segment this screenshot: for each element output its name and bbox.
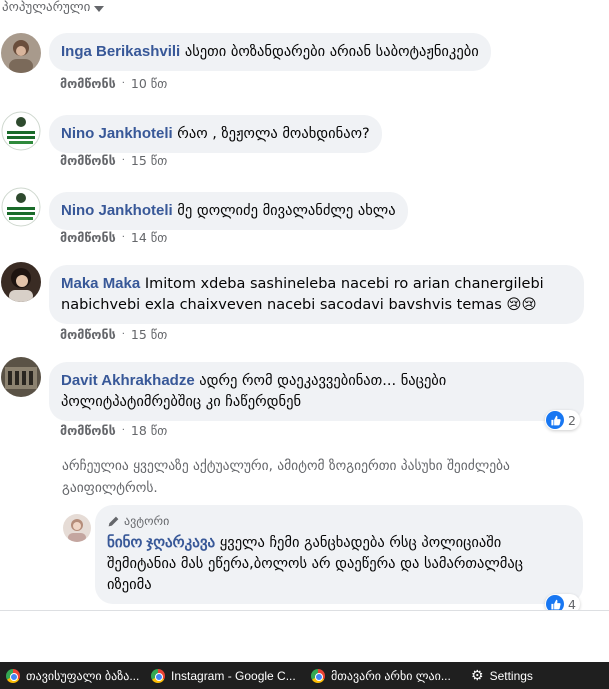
comments-page: პოპულარული Inga Berikashvili ასეთი ბოზან…: [0, 0, 609, 689]
filter-notice: არჩეულია ყველაზე აქტუალური, ამიტომ ზოგიე…: [62, 458, 510, 496]
reply-author[interactable]: ნინო ჯღარკავა: [107, 534, 215, 551]
chrome-icon: [151, 668, 165, 683]
comment-author[interactable]: Nino Jankhoteli: [61, 202, 173, 219]
like-button[interactable]: მომწონს: [60, 327, 116, 342]
taskbar-item[interactable]: მთავარი არხი ლაი...: [305, 662, 465, 689]
reaction-count[interactable]: 2: [545, 410, 580, 430]
taskbar: თავისუფალი ბაზა... Instagram - Google C.…: [0, 662, 609, 689]
author-badge-label: ავტორი: [124, 514, 170, 528]
avatar[interactable]: [1, 187, 41, 227]
comment-meta: მომწონს · 18 წთ: [60, 423, 167, 438]
gear-icon: ⚙: [471, 667, 484, 683]
comment-bubble: Maka Maka Imitom xdeba sashineleba naceb…: [49, 265, 584, 324]
comment-time[interactable]: 14 წთ: [131, 230, 167, 245]
comment-bubble: Nino Jankhoteli რაო , ზეჟოლა მოახდინაო?: [49, 115, 382, 153]
avatar[interactable]: [1, 357, 41, 397]
taskbar-item-label: მთავარი არხი ლაი...: [331, 668, 451, 683]
chrome-icon: [311, 668, 325, 683]
comment-time[interactable]: 15 წთ: [131, 327, 167, 342]
comment-author[interactable]: Davit Akhrakhadze: [61, 372, 195, 389]
separator-dot: ·: [121, 78, 125, 89]
blank-area: [0, 610, 609, 662]
comment-author[interactable]: Inga Berikashvili: [61, 43, 180, 60]
author-badge: ავტორი: [107, 511, 571, 532]
separator-dot: ·: [121, 155, 125, 166]
avatar[interactable]: [63, 514, 91, 542]
avatar[interactable]: [1, 33, 41, 73]
chrome-icon: [6, 668, 20, 683]
pen-icon: [108, 516, 119, 527]
comment-time[interactable]: 15 წთ: [131, 153, 167, 168]
like-button[interactable]: მომწონს: [60, 153, 116, 168]
thumbs-up-icon: [546, 411, 564, 429]
comment-time[interactable]: 18 წთ: [131, 423, 167, 438]
comment-author[interactable]: Maka Maka: [61, 275, 140, 292]
avatar[interactable]: [1, 262, 41, 302]
reply-bubble: ავტორი ნინო ჯღარკავა ყველა ჩემი განცხადე…: [95, 505, 583, 604]
taskbar-item[interactable]: Instagram - Google C...: [145, 662, 305, 689]
comment-bubble: Inga Berikashvili ასეთი ბოზანდარები არია…: [49, 33, 491, 71]
like-button[interactable]: მომწონს: [60, 230, 116, 245]
taskbar-item-settings[interactable]: ⚙ Settings: [465, 662, 609, 689]
comment-meta: მომწონს · 15 წთ: [60, 153, 167, 168]
comment-time[interactable]: 10 წთ: [131, 76, 167, 91]
avatar[interactable]: [1, 111, 41, 151]
sort-dropdown[interactable]: პოპულარული: [2, 0, 105, 15]
comment-text: ასეთი ბოზანდარები არიან საბოტაჟნიკები: [184, 44, 479, 60]
comment-meta: მომწონს · 10 წთ: [60, 76, 167, 91]
comment-text: მე დოლიძე მივალანძლე ახლა: [177, 203, 396, 219]
taskbar-item-label: თავისუფალი ბაზა...: [26, 668, 140, 683]
comment-bubble: Nino Jankhoteli მე დოლიძე მივალანძლე ახლ…: [49, 192, 408, 230]
taskbar-item-label: Settings: [489, 668, 533, 683]
comment-author[interactable]: Nino Jankhoteli: [61, 125, 173, 142]
taskbar-item-label: Instagram - Google C...: [171, 668, 296, 683]
separator-dot: ·: [121, 329, 125, 340]
separator-dot: ·: [121, 232, 125, 243]
comment-bubble: Davit Akhrakhadze ადრე რომ დაეკავვებინათ…: [49, 362, 584, 421]
taskbar-item[interactable]: თავისუფალი ბაზა...: [0, 662, 145, 689]
reaction-number: 2: [568, 412, 576, 428]
sort-label: პოპულარული: [2, 0, 91, 15]
separator-dot: ·: [121, 425, 125, 436]
like-button[interactable]: მომწონს: [60, 423, 116, 438]
comment-meta: მომწონს · 15 წთ: [60, 327, 167, 342]
chevron-down-icon: [94, 5, 105, 12]
crying-emoji: 😢😢: [506, 297, 537, 313]
comment-text: რაო , ზეჟოლა მოახდინაო?: [177, 126, 370, 142]
like-button[interactable]: მომწონს: [60, 76, 116, 91]
comment-meta: მომწონს · 14 წთ: [60, 230, 167, 245]
